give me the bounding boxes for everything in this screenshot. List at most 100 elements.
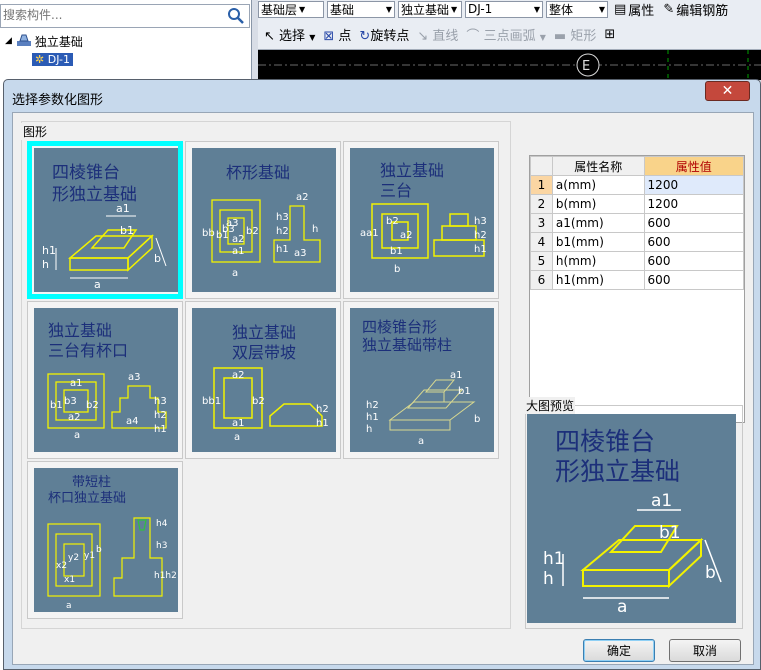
- rect-button[interactable]: ▬ 矩形: [554, 25, 596, 44]
- row-value[interactable]: 600: [643, 232, 745, 252]
- table-row[interactable]: 4 b1(mm) 600: [530, 232, 745, 252]
- dim-b1: b1: [50, 400, 63, 411]
- dim-a3-side: a3: [294, 248, 307, 259]
- shape-tile-three-step[interactable]: 独立基础 三台 aa1 b2 a2 b1 b h3 h2 h1: [343, 141, 499, 299]
- chevron-down-icon: ▼: [299, 4, 306, 14]
- row-name: h1(mm): [551, 270, 645, 290]
- select-button[interactable]: ↖ 选择 ▼: [264, 25, 315, 44]
- rotate-point-button[interactable]: ↻旋转点: [359, 25, 409, 44]
- dim-h2: h2: [474, 230, 487, 241]
- shape-tile-three-step-cup[interactable]: 独立基础 三台有杯口 a1 b1 b3 b2 a2 a a3 a4 h3 h2 …: [27, 301, 183, 459]
- dim-a2: a2: [232, 370, 245, 381]
- dim-h3: h3: [154, 396, 167, 407]
- dim-h2: h2: [154, 410, 167, 421]
- dim-h1: h1: [154, 424, 167, 435]
- large-preview: 四棱锥台 形独立基础 a a1 b1 b h1 h: [525, 405, 743, 629]
- foundation-icon: [16, 33, 32, 50]
- edit-rebar-button[interactable]: ✎ 编辑钢筋: [660, 0, 731, 19]
- shape-tile-short-column-cup[interactable]: 带短柱 杯口独立基础 x2 y2 y1 b x1 a h4 h3 h1h2: [27, 461, 183, 619]
- cancel-button[interactable]: 取消: [669, 639, 741, 662]
- point-icon: ⊠: [323, 28, 335, 44]
- tree-node-child[interactable]: ✲ DJ-1: [0, 50, 250, 68]
- shape-tile-two-layer-slope[interactable]: 独立基础 双层带坡 a2 bb1 b2 a1 a h2 h1: [185, 301, 341, 459]
- tile-title-line1: 杯形基础: [226, 163, 290, 182]
- table-row[interactable]: 5 h(mm) 600: [530, 251, 745, 271]
- tree-node-child-label[interactable]: ✲ DJ-1: [32, 52, 74, 66]
- dim-b3: b3: [64, 396, 77, 407]
- search-input[interactable]: [1, 5, 221, 25]
- chevron-down-icon: ▼: [309, 32, 316, 42]
- axis-label: E: [582, 59, 590, 74]
- preview-dim-h1: h1: [543, 549, 565, 569]
- table-row[interactable]: 1 a(mm) 1200: [530, 175, 745, 195]
- search-icon[interactable]: [226, 6, 246, 26]
- point-button[interactable]: ⊠ 点: [323, 25, 351, 44]
- snap-icon[interactable]: ⊞: [604, 27, 615, 42]
- column-header-name: 属性名称: [551, 156, 645, 176]
- axis-grid: E: [258, 50, 761, 80]
- dim-a3: a3: [128, 372, 141, 383]
- dim-h: h: [366, 424, 372, 435]
- row-value[interactable]: 600: [643, 213, 745, 233]
- ok-button[interactable]: 确定: [583, 639, 655, 662]
- preview-label: 大图预览: [525, 397, 576, 414]
- dim-x2: x2: [56, 561, 67, 571]
- preview-dim-a1: a1: [651, 491, 672, 511]
- type-select[interactable]: 独立基础 ▼: [398, 0, 462, 18]
- dim-h3: h3: [474, 216, 487, 227]
- row-value[interactable]: 1200: [643, 175, 745, 195]
- collapse-triangle-icon[interactable]: ◢: [5, 36, 12, 46]
- drawing-canvas[interactable]: E: [258, 50, 761, 80]
- floor-select[interactable]: 基础层 ▼: [258, 0, 324, 18]
- frustum-with-column-thumbnail: 四棱锥台形 独立基础带柱 a1 b1 b h2 h1 h a: [350, 308, 494, 452]
- table-row[interactable]: 2 b(mm) 1200: [530, 194, 745, 214]
- close-button[interactable]: ✕: [705, 81, 750, 101]
- preview-title-line1: 四棱锥台: [555, 427, 655, 456]
- dim-a2: a2: [68, 412, 81, 423]
- chevron-down-icon: ▼: [385, 4, 392, 14]
- dim-a: a: [234, 432, 240, 443]
- line-button[interactable]: ↘ 直线: [417, 25, 458, 44]
- dim-y2: y2: [68, 553, 79, 563]
- tile-title-line1: 四棱锥台: [52, 163, 120, 183]
- dim-h2: h1h2: [154, 571, 177, 581]
- dim-a1: a1: [232, 246, 245, 257]
- row-name: a1(mm): [551, 213, 645, 233]
- dialog-titlebar[interactable]: 选择参数化图形 ✕: [4, 80, 760, 112]
- dim-h2: h2: [366, 400, 379, 411]
- category-select[interactable]: 基础 ▼: [327, 0, 395, 18]
- shape-tile-frustum[interactable]: 四棱锥台 形独立基础 a a1 b1 b h1 h: [27, 141, 183, 299]
- dim-h2: h2: [276, 226, 289, 237]
- scope-select[interactable]: 整体 ▼: [546, 0, 608, 18]
- tile-title-line2: 杯口独立基础: [48, 491, 126, 506]
- dim-a4: a4: [126, 416, 139, 427]
- dialog-body: 图形 四棱锥台 形独立基础 a a1 b1 b h1 h 杯形基础 a3 bb …: [12, 112, 754, 665]
- component-select[interactable]: DJ-1 ▼: [465, 0, 543, 18]
- row-value[interactable]: 600: [643, 270, 745, 290]
- properties-button[interactable]: ▤ 属性: [611, 0, 657, 19]
- table-row[interactable]: 6 h1(mm) 600: [530, 270, 745, 290]
- search-box: [0, 4, 250, 28]
- shape-group-label: 图形: [21, 123, 50, 140]
- chevron-down-icon: ▼: [598, 4, 605, 14]
- dim-a2: a2: [232, 234, 245, 245]
- shape-tile-frustum-with-column[interactable]: 四棱锥台形 独立基础带柱 a1 b1 b h2 h1 h a: [343, 301, 499, 459]
- row-index: 4: [530, 232, 553, 252]
- main-toolbar: 基础层 ▼ 基础 ▼ 独立基础 ▼ DJ-1 ▼ 整体 ▼ ▤ 属性 ✎ 编辑钢筋 ↖ 选择 …: [258, 0, 761, 50]
- dim-h: h: [312, 224, 318, 235]
- shape-tile-cup[interactable]: 杯形基础 a3 bb b1 b3 b2 a2 a1 a a2 h3 h2 h h…: [185, 141, 341, 299]
- row-value[interactable]: 600: [643, 251, 745, 271]
- tree-node-parent[interactable]: ◢ 独立基础: [0, 32, 250, 50]
- short-column-cup-thumbnail: 带短柱 杯口独立基础 x2 y2 y1 b x1 a h4 h3 h1h2: [34, 468, 178, 612]
- row-value[interactable]: 1200: [643, 194, 745, 214]
- row-index: 3: [530, 213, 553, 233]
- dim-a1: a1: [70, 378, 83, 389]
- arc-button[interactable]: ⌒ 三点画弧 ▼: [466, 25, 545, 44]
- dim-b2: b2: [252, 396, 265, 407]
- dim-b: b: [154, 252, 161, 265]
- preview-dim-h: h: [543, 569, 554, 589]
- tile-title-line1: 独立基础: [48, 321, 112, 340]
- table-row[interactable]: 3 a1(mm) 600: [530, 213, 745, 233]
- dim-b1: b1: [458, 386, 471, 397]
- dim-a: a: [74, 430, 80, 441]
